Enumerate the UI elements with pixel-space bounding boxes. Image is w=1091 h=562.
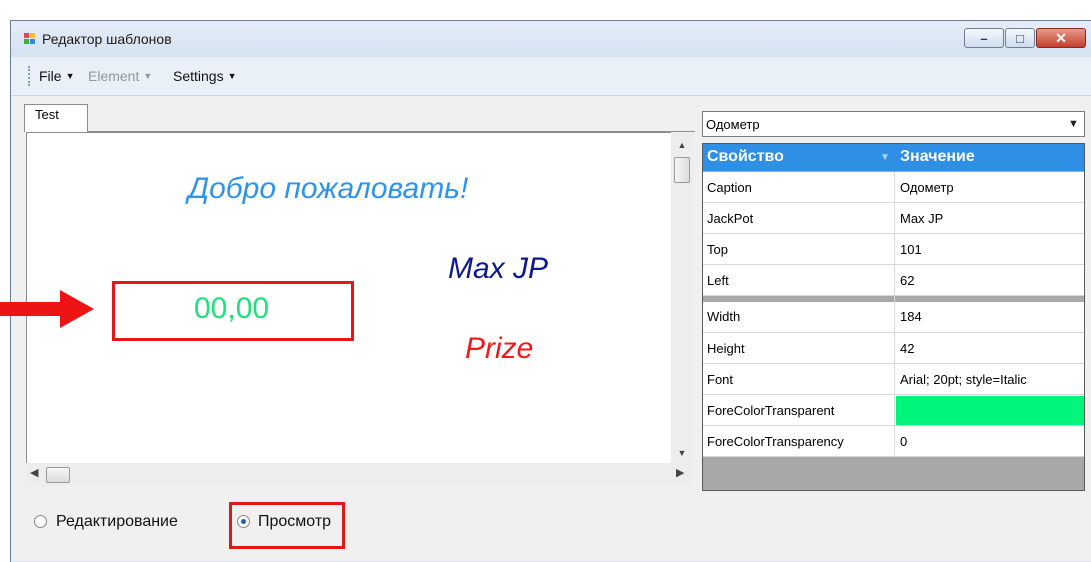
column-divider <box>894 172 895 455</box>
app-icon <box>24 33 36 45</box>
red-arrow-head-icon <box>60 290 94 328</box>
scroll-left-icon[interactable]: ◀ <box>30 466 38 479</box>
red-arrow-icon <box>0 302 62 316</box>
element-select-value: Одометр <box>706 117 760 132</box>
minimize-button[interactable]: – <box>964 28 1004 48</box>
property-value[interactable]: 62 <box>900 273 914 288</box>
chevron-down-icon: ▼ <box>65 71 75 81</box>
property-name: Font <box>707 372 734 387</box>
property-name: Height <box>707 341 745 356</box>
maximize-icon: □ <box>1016 30 1024 46</box>
sort-icon: ▼ <box>880 152 890 163</box>
menu-element-label: Element <box>88 68 140 84</box>
property-value[interactable]: 42 <box>900 341 914 356</box>
menu-grip[interactable] <box>28 66 33 86</box>
property-name: ForeColorTransparency <box>707 434 844 449</box>
view-mode-highlight-box <box>229 502 345 549</box>
welcome-caption[interactable]: Добро пожаловать! <box>188 172 468 206</box>
horizontal-scroll-thumb[interactable] <box>46 467 70 483</box>
menu-settings[interactable]: Settings ▼ <box>173 68 237 84</box>
property-value[interactable]: 0 <box>900 434 907 449</box>
jackpot-caption[interactable]: Max JP <box>448 252 548 286</box>
color-swatch[interactable] <box>896 396 1084 425</box>
property-name: Top <box>707 242 728 257</box>
chevron-down-icon: ▼ <box>143 71 153 81</box>
chevron-down-icon[interactable]: ▼ <box>1068 118 1079 130</box>
property-value[interactable]: Max JP <box>900 211 943 226</box>
property-name: Left <box>707 273 729 288</box>
property-name: JackPot <box>707 211 754 226</box>
menu-element[interactable]: Element ▼ <box>88 68 152 84</box>
scroll-up-icon[interactable]: ▲ <box>671 140 693 150</box>
column-header-property[interactable]: Свойство <box>707 148 784 166</box>
menu-file[interactable]: File ▼ <box>39 68 74 84</box>
property-name: ForeColorTransparent <box>707 403 835 418</box>
edit-mode-radio[interactable] <box>34 515 47 528</box>
minimize-icon: – <box>980 30 988 46</box>
horizontal-scrollbar[interactable] <box>26 463 693 486</box>
close-icon: ✕ <box>1055 29 1067 46</box>
property-value[interactable]: Arial; 20pt; style=Italic <box>900 372 1027 387</box>
odometer-highlight-box <box>112 281 354 341</box>
scroll-down-icon[interactable]: ▼ <box>671 448 693 458</box>
column-header-value[interactable]: Значение <box>900 148 975 166</box>
scroll-right-icon[interactable]: ▶ <box>676 466 684 479</box>
maximize-button[interactable]: □ <box>1005 28 1035 48</box>
tab-test-label: Test <box>35 107 59 122</box>
property-value[interactable]: Одометр <box>900 180 954 195</box>
property-name: Width <box>707 309 741 324</box>
window-title: Редактор шаблонов <box>42 31 172 47</box>
menu-file-label: File <box>39 68 62 84</box>
title-bar[interactable] <box>11 21 1091 57</box>
prize-caption[interactable]: Prize <box>465 332 533 366</box>
close-button[interactable]: ✕ <box>1036 28 1086 48</box>
edit-mode-label[interactable]: Редактирование <box>56 513 178 531</box>
property-name: Caption <box>707 180 752 195</box>
vertical-scroll-thumb[interactable] <box>674 157 690 183</box>
property-value[interactable]: 184 <box>900 309 922 324</box>
chevron-down-icon: ▼ <box>227 71 237 81</box>
property-value[interactable]: 101 <box>900 242 922 257</box>
menu-settings-label: Settings <box>173 68 224 84</box>
